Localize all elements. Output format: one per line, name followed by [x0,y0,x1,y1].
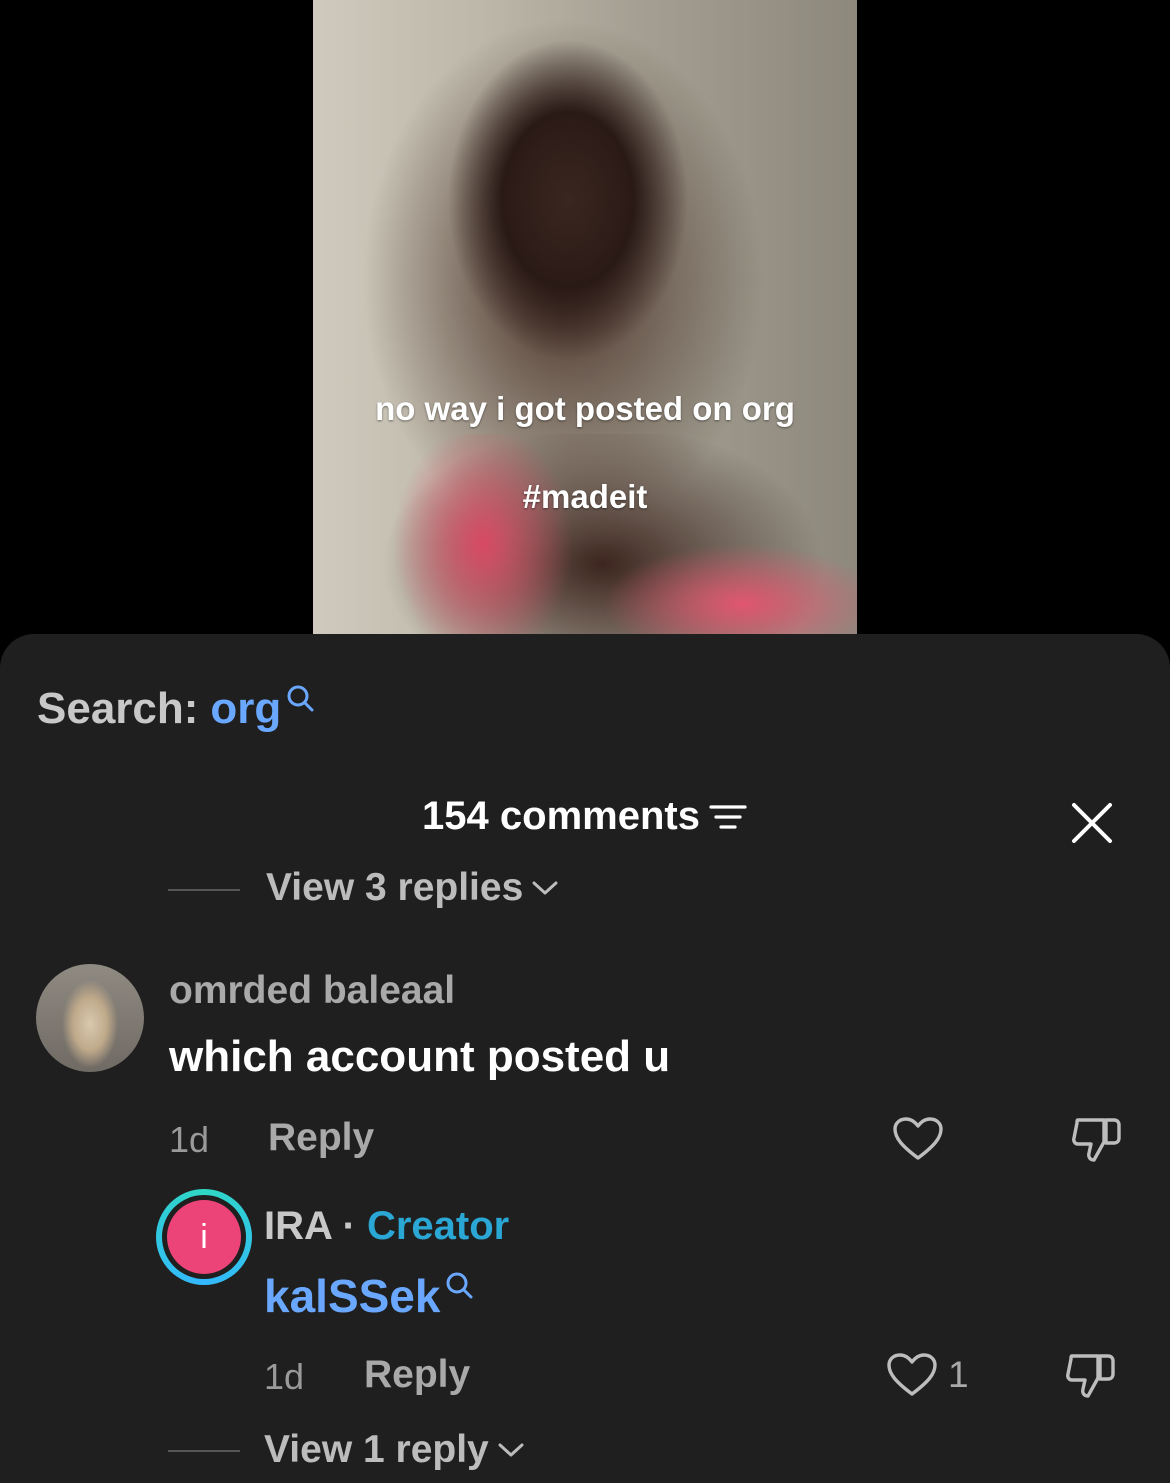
dislike-button[interactable] [1070,1114,1124,1166]
creator-username[interactable]: IRA · Creator [264,1204,509,1249]
video-caption-line2: #madeit [522,478,648,515]
search-term[interactable]: org [210,684,281,734]
heart-icon [893,1117,943,1160]
video-caption-line1: no way i got posted on org [375,390,795,427]
avatar-initial: i [167,1200,241,1274]
like-button[interactable] [892,1116,944,1162]
creator-avatar[interactable]: i [156,1189,252,1285]
video-player[interactable]: no way i got posted on org #madeit [313,0,857,634]
chevron-down-icon [532,881,558,895]
reply-button[interactable]: Reply [364,1353,470,1397]
divider-line [168,1450,240,1452]
view-replies-button[interactable]: View 3 replies [266,866,559,910]
comment-text: which account posted u [169,1032,671,1081]
thumbs-down-icon [1066,1354,1115,1398]
search-icon [287,685,314,712]
video-frame-detail [313,434,857,634]
reply-time: 1d [264,1356,305,1397]
view-replies-button[interactable]: View 1 reply [264,1428,525,1472]
comments-count: 154 comments [422,794,700,838]
comments-header: 154 comments [0,794,1170,839]
avatar[interactable] [36,964,144,1072]
divider-line [168,889,240,891]
sort-icon[interactable] [708,802,748,832]
search-icon [446,1272,473,1299]
comment-time: 1d [169,1119,210,1160]
thumbs-down-icon [1072,1118,1121,1162]
creator-badge: Creator [366,1204,510,1248]
close-icon[interactable] [1070,801,1114,845]
search-suggestion[interactable]: Search: org [37,684,315,734]
reply-button[interactable]: Reply [268,1116,374,1160]
dislike-button[interactable] [1064,1350,1118,1402]
view-replies-label: View 1 reply [264,1428,489,1471]
mention-link[interactable]: kalSSek [264,1269,440,1323]
heart-icon [887,1353,937,1396]
like-count: 1 [948,1354,969,1395]
name-separator: · [331,1204,367,1248]
search-label: Search: [37,684,199,733]
chevron-down-icon [498,1443,524,1457]
view-replies-label: View 3 replies [266,866,524,909]
creator-name: IRA [264,1204,332,1248]
like-button[interactable]: 1 [886,1352,969,1398]
comment-username[interactable]: omrded baleaal [169,969,455,1013]
comments-sheet: Search: org 154 comments View 3 replies … [0,634,1170,1483]
creator-reply-text[interactable]: kalSSek [264,1269,474,1323]
